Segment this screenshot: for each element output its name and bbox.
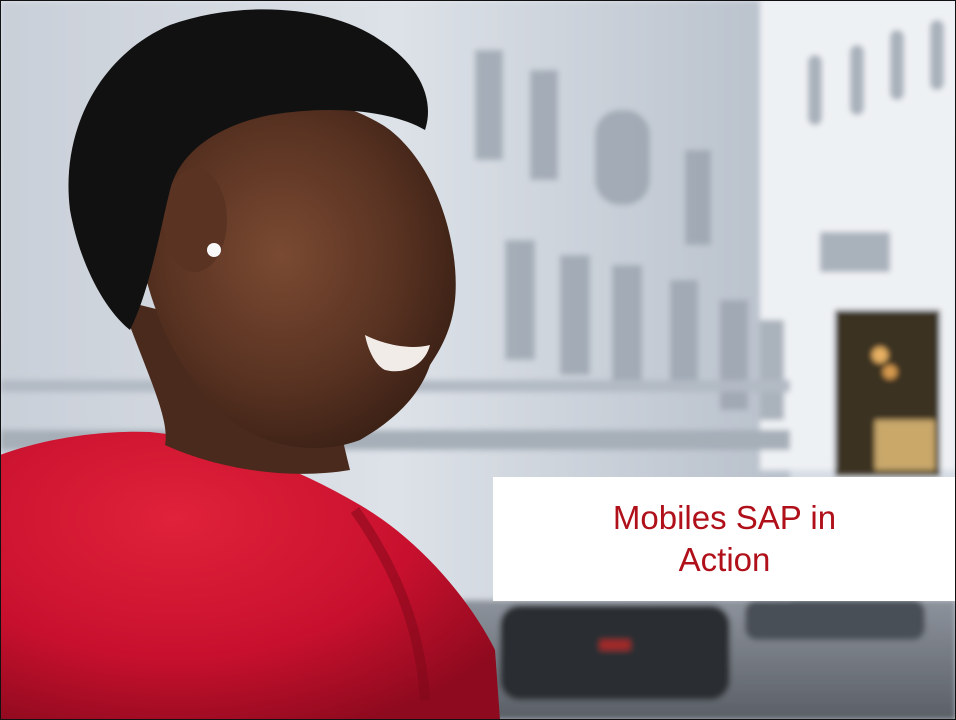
caption-line-2: Action bbox=[678, 541, 771, 578]
slide-caption: Mobiles SAP in Action bbox=[545, 497, 905, 581]
caption-line-1: Mobiles SAP in bbox=[612, 499, 837, 536]
slide-photo bbox=[0, 0, 956, 720]
caption-box: Mobiles SAP in Action bbox=[493, 477, 956, 601]
pearl-earring bbox=[207, 243, 221, 257]
slide: Mobiles SAP in Action bbox=[0, 0, 956, 720]
